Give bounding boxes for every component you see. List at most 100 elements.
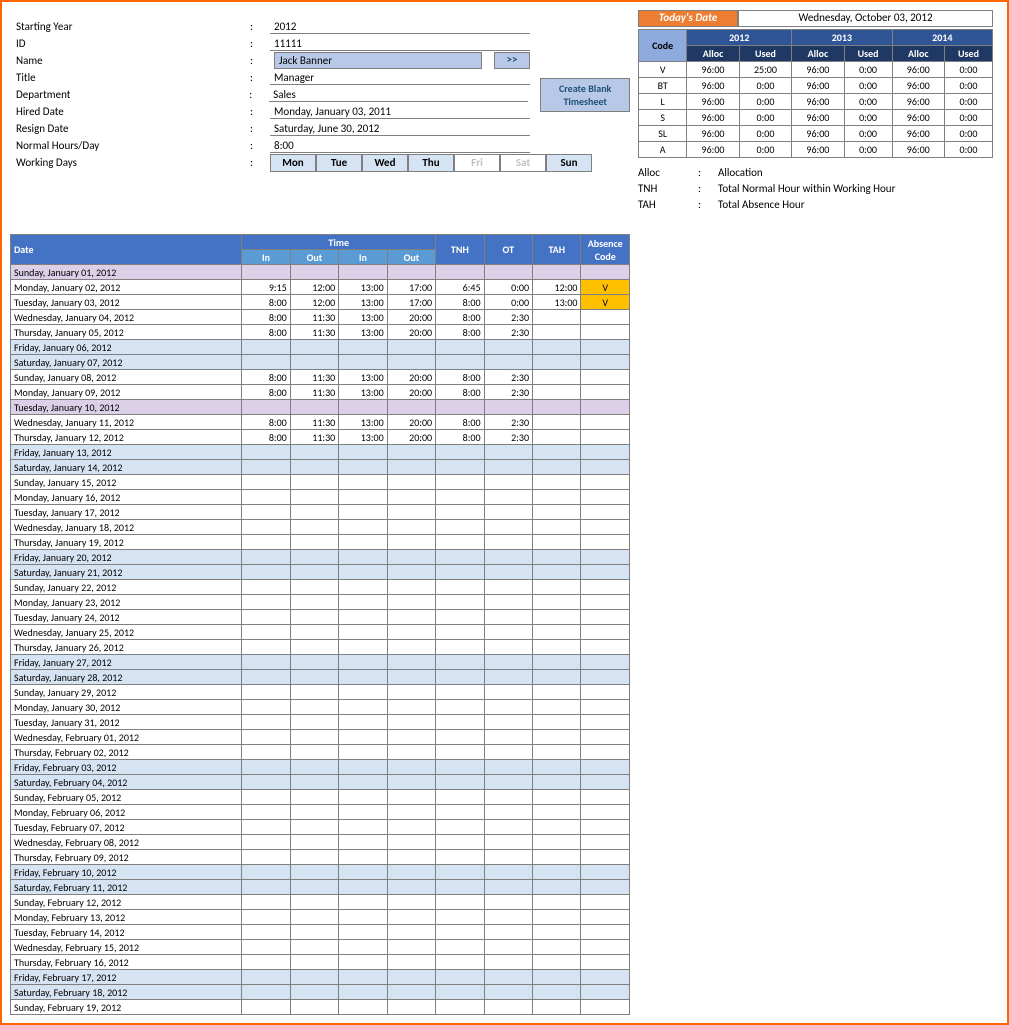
ts-time-cell[interactable] [290,910,338,925]
ts-time-cell[interactable]: 12:00 [290,295,338,310]
ts-time-cell[interactable] [242,775,290,790]
ts-time-cell[interactable] [339,355,387,370]
ts-absence-cell[interactable] [581,655,630,670]
ts-time-cell[interactable] [339,655,387,670]
ts-time-cell[interactable] [387,625,435,640]
ts-time-cell[interactable] [339,400,387,415]
ts-time-cell[interactable] [387,865,435,880]
ts-time-cell[interactable] [387,760,435,775]
ts-time-cell[interactable] [387,940,435,955]
ts-absence-cell[interactable] [581,640,630,655]
ts-time-cell[interactable]: 13:00 [339,310,387,325]
ts-time-cell[interactable] [242,970,290,985]
ts-absence-cell[interactable] [581,670,630,685]
ts-time-cell[interactable]: 8:00 [242,370,290,385]
ts-time-cell[interactable] [387,520,435,535]
ts-time-cell[interactable] [290,445,338,460]
ts-time-cell[interactable] [242,595,290,610]
ts-time-cell[interactable] [387,265,435,280]
ts-time-cell[interactable] [387,715,435,730]
ts-time-cell[interactable]: 8:00 [242,295,290,310]
ts-time-cell[interactable] [339,850,387,865]
ts-time-cell[interactable]: 20:00 [387,385,435,400]
ts-time-cell[interactable] [290,610,338,625]
ts-time-cell[interactable]: 13:00 [339,430,387,445]
ts-time-cell[interactable]: 8:00 [242,415,290,430]
ts-time-cell[interactable] [339,745,387,760]
ts-absence-cell[interactable] [581,265,630,280]
ts-time-cell[interactable] [242,340,290,355]
ts-absence-cell[interactable]: V [581,280,630,295]
ts-time-cell[interactable] [290,700,338,715]
ts-time-cell[interactable] [242,400,290,415]
ts-absence-cell[interactable] [581,310,630,325]
ts-time-cell[interactable] [339,895,387,910]
ts-time-cell[interactable] [290,895,338,910]
ts-time-cell[interactable] [242,715,290,730]
ts-time-cell[interactable] [387,565,435,580]
ts-absence-cell[interactable] [581,730,630,745]
ts-time-cell[interactable] [387,610,435,625]
ts-time-cell[interactable] [242,820,290,835]
ts-time-cell[interactable]: 9:15 [242,280,290,295]
ts-time-cell[interactable] [339,490,387,505]
ts-time-cell[interactable] [290,355,338,370]
ts-time-cell[interactable] [242,955,290,970]
ts-absence-cell[interactable] [581,940,630,955]
ts-time-cell[interactable] [339,550,387,565]
ts-time-cell[interactable] [290,805,338,820]
ts-time-cell[interactable] [339,1000,387,1015]
ts-time-cell[interactable] [387,535,435,550]
ts-time-cell[interactable] [290,865,338,880]
ts-absence-cell[interactable] [581,625,630,640]
ts-time-cell[interactable] [387,730,435,745]
ts-time-cell[interactable] [387,805,435,820]
ts-absence-cell[interactable] [581,715,630,730]
ts-time-cell[interactable] [290,460,338,475]
ts-time-cell[interactable]: 11:30 [290,430,338,445]
ts-absence-cell[interactable] [581,550,630,565]
ts-time-cell[interactable] [339,805,387,820]
ts-time-cell[interactable] [242,895,290,910]
ts-absence-cell[interactable] [581,610,630,625]
ts-time-cell[interactable] [290,715,338,730]
ts-time-cell[interactable]: 17:00 [387,295,435,310]
ts-time-cell[interactable] [290,835,338,850]
ts-time-cell[interactable] [242,670,290,685]
ts-time-cell[interactable]: 8:00 [242,430,290,445]
ts-time-cell[interactable] [339,340,387,355]
ts-time-cell[interactable] [242,850,290,865]
ts-time-cell[interactable] [290,970,338,985]
ts-absence-cell[interactable] [581,580,630,595]
ts-time-cell[interactable] [387,700,435,715]
ts-time-cell[interactable] [339,835,387,850]
ts-time-cell[interactable] [242,925,290,940]
ts-time-cell[interactable] [387,910,435,925]
ts-time-cell[interactable] [290,685,338,700]
ts-absence-cell[interactable] [581,820,630,835]
ts-time-cell[interactable] [242,265,290,280]
ts-time-cell[interactable] [339,265,387,280]
ts-time-cell[interactable] [339,880,387,895]
ts-time-cell[interactable] [387,550,435,565]
ts-time-cell[interactable] [387,340,435,355]
ts-time-cell[interactable] [339,820,387,835]
ts-time-cell[interactable]: 13:00 [339,325,387,340]
ts-time-cell[interactable] [290,925,338,940]
value-starting-year[interactable]: 2012 [270,20,530,34]
ts-time-cell[interactable] [387,355,435,370]
ts-time-cell[interactable] [290,730,338,745]
ts-absence-cell[interactable] [581,385,630,400]
value-hired-date[interactable]: Monday, January 03, 2011 [270,105,530,119]
ts-time-cell[interactable] [290,940,338,955]
create-blank-timesheet-button[interactable]: Create BlankTimesheet [540,78,630,112]
ts-absence-cell[interactable] [581,760,630,775]
day-toggle-mon[interactable]: Mon [270,154,316,172]
ts-time-cell[interactable] [387,400,435,415]
day-toggle-thu[interactable]: Thu [408,154,454,172]
ts-time-cell[interactable] [339,445,387,460]
ts-time-cell[interactable] [387,1000,435,1015]
ts-time-cell[interactable]: 11:30 [290,415,338,430]
ts-time-cell[interactable] [339,910,387,925]
ts-absence-cell[interactable] [581,535,630,550]
